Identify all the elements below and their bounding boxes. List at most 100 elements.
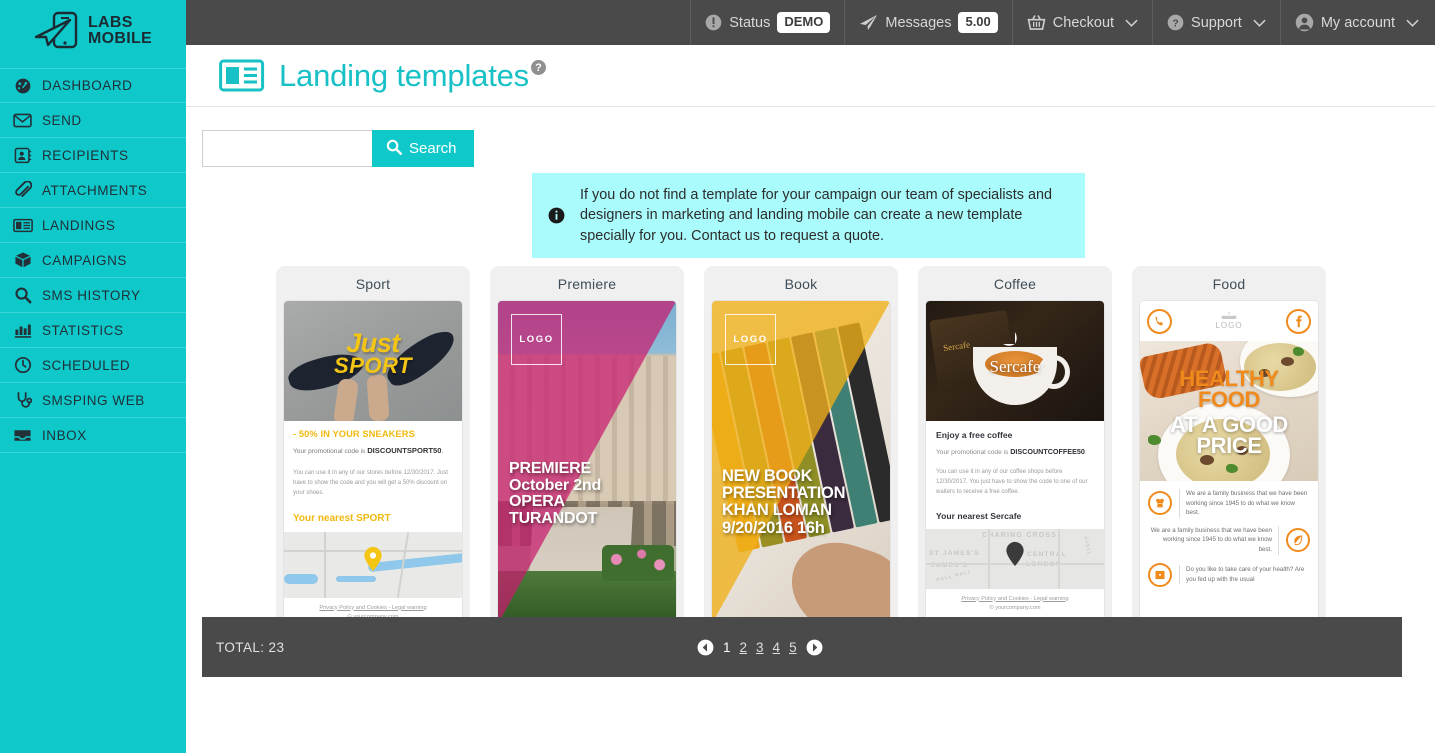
map-label: CHARING CROSS	[982, 531, 1058, 539]
page-header: Landing templates ?	[186, 45, 1435, 107]
support-label: Support	[1191, 14, 1242, 31]
prev-page-button[interactable]	[697, 639, 714, 656]
sidebar-item-label: LANDINGS	[42, 217, 116, 233]
legal-copyright: © yourcompany.com	[989, 604, 1041, 611]
page-root: LABS MOBILE DASHBOARD SEND RECIPIENTS AT…	[0, 0, 1435, 753]
sidebar-item-label: ATTACHMENTS	[42, 182, 148, 198]
coffee-body: Enjoy a free coffee Your promotional cod…	[926, 421, 1104, 521]
sidebar-item-recipients[interactable]: RECIPIENTS	[0, 138, 186, 173]
sport-hero-image: Just SPORT	[284, 301, 462, 421]
question-circle-icon: ?	[1167, 14, 1184, 31]
sidebar-item-label: CAMPAIGNS	[42, 252, 127, 268]
coffee-promo-code: DISCOUNTCOFFEE50	[1010, 447, 1085, 456]
sidebar-item-dashboard[interactable]: DASHBOARD	[0, 68, 186, 103]
premiere-line2: October 2nd	[509, 476, 602, 494]
messages-menu[interactable]: Messages 5.00	[844, 0, 1011, 45]
page-4[interactable]: 4	[773, 640, 781, 655]
search-button[interactable]: Search	[372, 130, 474, 167]
map-pin-icon	[364, 546, 383, 577]
stethoscope-icon	[12, 390, 33, 410]
checkout-label: Checkout	[1052, 14, 1115, 31]
messages-label: Messages	[885, 14, 952, 31]
basket-icon	[1027, 14, 1046, 31]
logo-placeholder: LOGO	[511, 314, 562, 365]
sidebar-item-label: SEND	[42, 112, 82, 128]
contact-card-icon	[12, 145, 33, 165]
page-1[interactable]: 1	[723, 640, 731, 655]
food-feature-row: Do you like to take care of your health?…	[1140, 555, 1318, 587]
template-card-sport[interactable]: Sport Just SPORT - 50% IN YOUR SNEAKERS …	[276, 266, 470, 658]
food-feature-text: We are a family business that we have be…	[1179, 489, 1310, 518]
template-preview: LOGO PREMIERE October 2nd OPERA TURANDOT	[498, 301, 676, 623]
chevron-down-icon	[1253, 15, 1266, 31]
sport-promo-prefix: Your promotional code is	[293, 448, 366, 455]
sidebar-item-label: SMS HISTORY	[42, 287, 141, 303]
book-hero-image: LOGO NEW BOOK PRESENTATION KHAN LOMAN 9/…	[712, 301, 890, 623]
map-label: ST JAMES'S	[929, 549, 980, 557]
sidebar-item-label: STATISTICS	[42, 322, 124, 338]
phone-icon[interactable]	[1147, 308, 1172, 334]
status-menu[interactable]: Status DEMO	[690, 0, 844, 45]
template-card-book[interactable]: Book LOGO NEW BOOK PRESENTATION KHAN LOM…	[704, 266, 898, 658]
coffee-hero-image: Sercafe Sercafe	[926, 301, 1104, 421]
brand-logo[interactable]: LABS MOBILE	[0, 0, 186, 57]
legal-links[interactable]: Privacy Policy and Cookies - Legal warni…	[961, 596, 1068, 602]
food-logo-placeholder: LOGO	[1215, 311, 1242, 331]
svg-text:?: ?	[1172, 19, 1178, 30]
coffee-nearest: Your nearest Sercafe	[936, 510, 1022, 521]
next-page-button[interactable]	[806, 639, 823, 656]
book-line1: NEW BOOK	[722, 466, 813, 485]
chevron-down-icon	[1125, 15, 1138, 31]
chef-icon	[1148, 491, 1172, 516]
checkout-menu[interactable]: Checkout	[1011, 0, 1152, 45]
template-preview: LOGO HEALTHY FOOD AT A GOOD PRICE We are…	[1140, 301, 1318, 623]
template-card-food[interactable]: Food LOGO HEALTHY FOOD AT A GOOD PRICE W…	[1132, 266, 1326, 658]
sport-promo-code: DISCOUNTSPORT50	[367, 446, 442, 455]
support-menu[interactable]: ? Support	[1152, 0, 1280, 45]
coffee-brand-label: Sercafe	[989, 357, 1041, 376]
template-preview: Sercafe Sercafe Enjoy a free coffee Your…	[926, 301, 1104, 623]
template-card-coffee[interactable]: Coffee Sercafe Sercafe Enjoy a free coff…	[918, 266, 1112, 658]
page-5[interactable]: 5	[789, 640, 797, 655]
sidebar-item-statistics[interactable]: STATISTICS	[0, 313, 186, 348]
food-feature-text: Do you like to take care of your health?…	[1179, 565, 1310, 585]
sidebar-item-label: DASHBOARD	[42, 78, 133, 93]
sidebar-item-attachments[interactable]: ATTACHMENTS	[0, 173, 186, 208]
help-icon[interactable]: ?	[530, 60, 546, 75]
coffee-heading: Enjoy a free coffee	[936, 430, 1013, 440]
map-label: PALL MALL	[935, 568, 973, 582]
page-3[interactable]: 3	[756, 640, 764, 655]
messages-balance-badge: 5.00	[958, 12, 998, 33]
total-count: TOTAL: 23	[216, 639, 285, 655]
sidebar-item-inbox[interactable]: INBOX	[0, 418, 186, 453]
sidebar-item-sms-history[interactable]: SMS HISTORY	[0, 278, 186, 313]
coffee-terms: You can use it in any of our coffee shop…	[936, 469, 1088, 496]
facebook-icon[interactable]	[1286, 308, 1311, 334]
sport-hero-line2: SPORT	[334, 352, 412, 378]
template-grid: Sport Just SPORT - 50% IN YOUR SNEAKERS …	[276, 266, 1336, 658]
user-avatar-icon	[1295, 13, 1314, 32]
book-line3: KHAN LOMAN	[722, 501, 832, 520]
legal-links[interactable]: Privacy Policy and Cookies - Legal warni…	[319, 605, 426, 611]
dashboard-icon	[12, 76, 33, 96]
food-hero-line2: FOOD	[1198, 386, 1260, 412]
paper-plane-icon	[859, 14, 878, 31]
sidebar-item-send[interactable]: SEND	[0, 103, 186, 138]
top-bar: Status DEMO Messages 5.00 Checkout ? Sup…	[186, 0, 1435, 45]
food-hero-title-white: AT A GOOD PRICE	[1140, 414, 1318, 456]
sport-heading: - 50% IN YOUR SNEAKERS	[293, 429, 415, 439]
sidebar-item-landings[interactable]: LANDINGS	[0, 208, 186, 243]
book-line2: PRESENTATION	[722, 484, 846, 503]
search-input[interactable]	[202, 130, 372, 167]
sidebar-item-label: INBOX	[42, 427, 87, 443]
template-card-premiere[interactable]: Premiere LOGO PREMIERE October 2nd OPERA…	[490, 266, 684, 658]
sidebar-item-label: RECIPIENTS	[42, 147, 129, 163]
sidebar-item-campaigns[interactable]: CAMPAIGNS	[0, 243, 186, 278]
my-account-menu[interactable]: My account	[1279, 0, 1435, 45]
paperclip-icon	[12, 180, 33, 200]
labsmobile-logo-icon	[34, 11, 80, 51]
sidebar-item-scheduled[interactable]: SCHEDULED	[0, 348, 186, 383]
sidebar-item-smsping-web[interactable]: SMSPING WEB	[0, 383, 186, 418]
info-circle-icon	[546, 207, 566, 224]
page-2[interactable]: 2	[740, 640, 748, 655]
